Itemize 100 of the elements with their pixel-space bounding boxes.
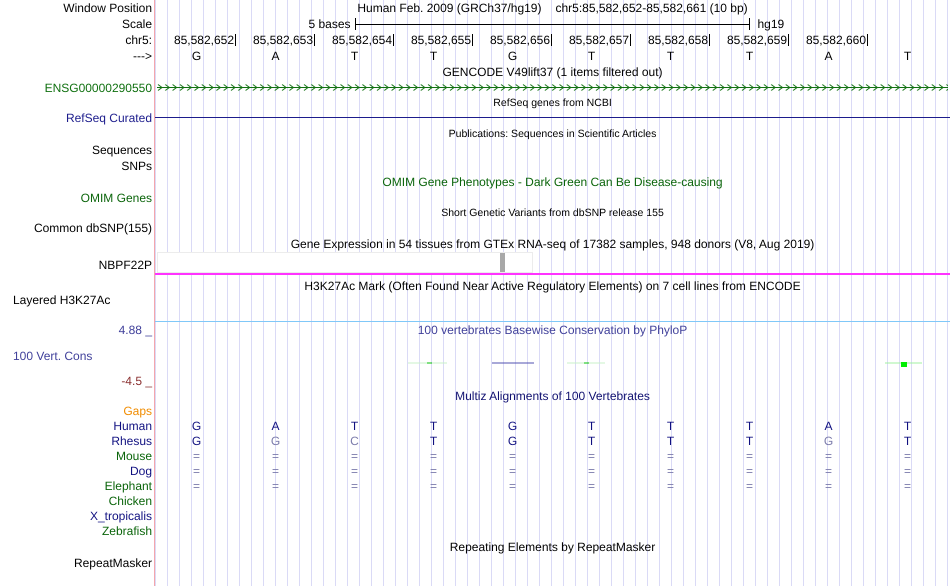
species-label: Rhesus [111, 434, 152, 449]
species-label: X_tropicalis [90, 509, 152, 524]
base-letter: T [902, 48, 912, 64]
aligned-base: C [349, 434, 360, 449]
aligned-base: = [586, 449, 596, 464]
base-letter: G [506, 48, 518, 64]
species-label: Human [113, 419, 152, 434]
scale-assembly: hg19 [756, 16, 786, 32]
aligned-base: = [744, 464, 754, 479]
scale-span: 5 bases [307, 16, 352, 32]
species-label: Elephant [104, 479, 152, 494]
aligned-base: T [744, 419, 754, 434]
aligned-base: G [190, 434, 202, 449]
aligned-base: T [428, 419, 438, 434]
aligned-base: = [744, 479, 754, 494]
aligned-base: = [270, 449, 280, 464]
base-position: 85,582,656 [490, 32, 550, 48]
track-title: RefSeq genes from NCBI [492, 96, 613, 110]
row-label: Scale [122, 16, 152, 32]
species-label: Zebrafish [102, 524, 152, 539]
aligned-base: = [824, 464, 833, 479]
track-title: H3K27Ac Mark (Often Found Near Active Regulatory Elements) on 7 cell lines from ENCODE [303, 278, 802, 294]
aligned-base: = [508, 449, 517, 464]
aligned-base: = [428, 479, 438, 494]
aligned-base: A [270, 419, 280, 434]
row-label: chr5: [125, 32, 152, 48]
aligned-base: = [428, 464, 438, 479]
position-range: chr5:85,582,652-85,582,661 (10 bp) [555, 0, 748, 16]
aligned-base: T [902, 419, 912, 434]
aligned-base: = [350, 479, 359, 494]
base-position: 85,582,654 [332, 32, 392, 48]
species-label: Mouse [116, 449, 152, 464]
base-letter: T [428, 48, 438, 64]
aligned-base: = [824, 479, 833, 494]
aligned-base: G [190, 419, 202, 434]
aligned-base: G [506, 419, 518, 434]
assembly-name: Human Feb. 2009 (GRCh37/hg19) [357, 0, 542, 16]
aligned-base: A [823, 419, 834, 434]
aligned-base: = [192, 479, 201, 494]
aligned-base: = [270, 479, 280, 494]
aligned-base: = [428, 449, 438, 464]
aligned-base: = [508, 464, 517, 479]
strand-label: ---> [133, 48, 152, 64]
track-title: 100 vertebrates Basewise Conservation by PhyloP [416, 322, 688, 338]
track-title: Short Genetic Variants from dbSNP release 155 [440, 206, 665, 220]
track-label: RefSeq Curated [66, 110, 152, 126]
track-label: ENSG00000290550 [44, 80, 152, 96]
aligned-base: G [822, 434, 834, 449]
aligned-base: = [666, 449, 675, 464]
track-label: 4.88 _ [118, 322, 152, 338]
aligned-base: = [192, 449, 201, 464]
aligned-base: T [586, 434, 596, 449]
track-title: OMIM Gene Phenotypes - Dark Green Can Be Disease-causing [381, 174, 724, 190]
aligned-base: T [428, 434, 438, 449]
base-letter: G [190, 48, 202, 64]
row-label: Window Position [63, 0, 152, 16]
aligned-base: = [508, 479, 517, 494]
track-label: Sequences [92, 142, 152, 158]
aligned-base: = [350, 464, 359, 479]
base-position: 85,582,660 [806, 32, 866, 48]
aligned-base: T [666, 419, 676, 434]
base-letter: T [744, 48, 754, 64]
base-letter: A [823, 48, 834, 64]
aligned-base: = [192, 464, 201, 479]
aligned-base: = [902, 449, 912, 464]
aligned-base: G [270, 434, 282, 449]
aligned-base: = [744, 449, 754, 464]
base-position: 85,582,658 [648, 32, 708, 48]
aligned-base: T [350, 419, 360, 434]
track-title: Gene Expression in 54 tissues from GTEx RNA-seq of 17382 samples, 948 donors (V8, Aug 2019) [290, 236, 816, 252]
base-position: 85,582,653 [252, 32, 313, 48]
aligned-base: T [902, 434, 912, 449]
base-position: 85,582,659 [726, 32, 787, 48]
aligned-base: = [586, 479, 596, 494]
aligned-base: T [744, 434, 754, 449]
track-label: -4.5 _ [121, 373, 152, 389]
aligned-base: T [586, 419, 596, 434]
track-label: 100 Vert. Cons [12, 348, 92, 364]
base-letter: T [666, 48, 676, 64]
aligned-base: = [666, 464, 675, 479]
track-title: Multiz Alignments of 100 Vertebrates [454, 389, 651, 404]
track-label: NBPF22P [98, 257, 152, 273]
aligned-base: = [666, 479, 675, 494]
track-label: RepeatMasker [74, 555, 152, 571]
base-position: 85,582,652 [174, 32, 234, 48]
base-letter: T [586, 48, 596, 64]
aligned-base: = [824, 449, 833, 464]
species-label: Dog [130, 464, 152, 479]
aligned-base: = [902, 464, 912, 479]
species-label: Gaps [123, 404, 152, 419]
track-label: Layered H3K27Ac [13, 294, 110, 306]
base-letter: A [270, 48, 280, 64]
expression-bar [500, 253, 505, 272]
track-title: Repeating Elements by RepeatMasker [448, 539, 656, 555]
aligned-base: = [270, 464, 280, 479]
aligned-base: = [586, 464, 596, 479]
aligned-base: = [350, 449, 359, 464]
track-title: GENCODE V49lift37 (1 items filtered out) [441, 64, 664, 80]
base-letter: T [350, 48, 360, 64]
species-label: Chicken [108, 494, 152, 509]
